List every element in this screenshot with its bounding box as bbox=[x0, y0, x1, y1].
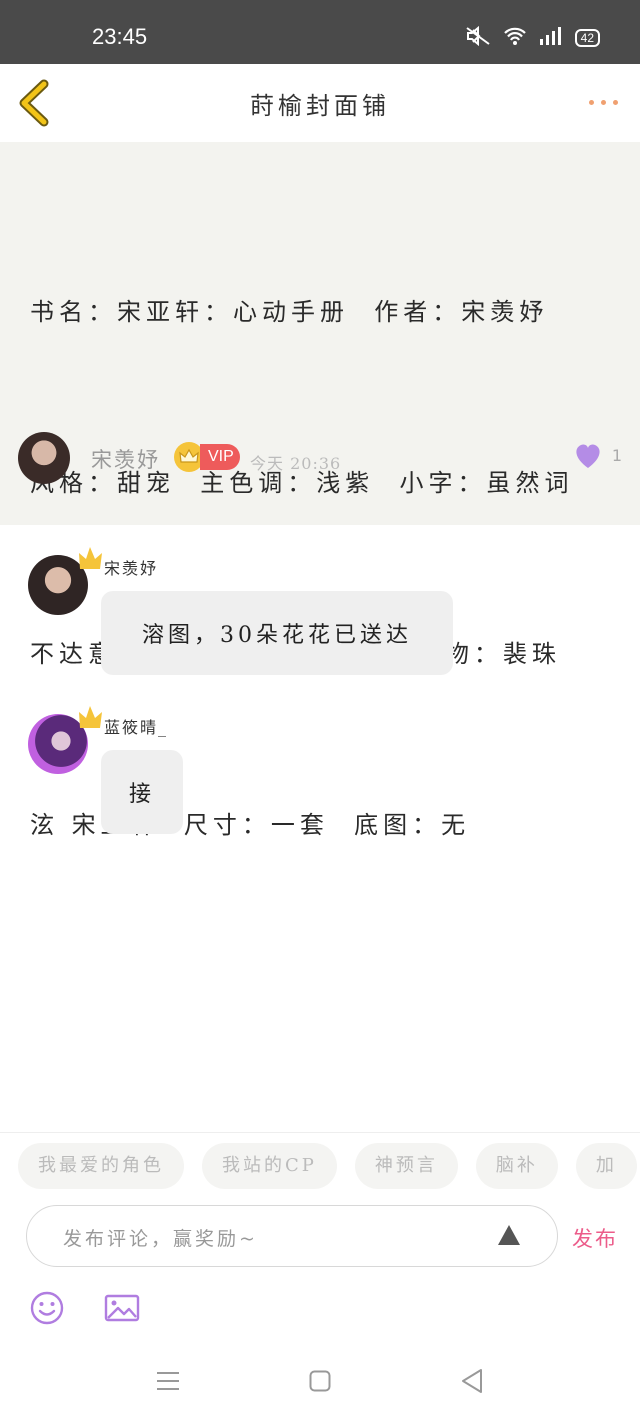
status-time: 23:45 bbox=[92, 24, 148, 49]
tag-chip[interactable]: 加 bbox=[575, 1143, 637, 1189]
comment-bubble: 接 bbox=[101, 750, 183, 834]
mute-icon bbox=[465, 25, 491, 50]
tag-chip[interactable]: 脑补 bbox=[475, 1143, 558, 1189]
signal-icon bbox=[539, 26, 563, 50]
triangle-up-icon[interactable] bbox=[497, 1224, 521, 1250]
system-navigation bbox=[0, 1340, 640, 1422]
emoji-icon[interactable] bbox=[30, 1291, 64, 1329]
vip-badge: VIP bbox=[200, 444, 240, 470]
wifi-icon bbox=[503, 26, 527, 50]
back-icon[interactable] bbox=[460, 1368, 484, 1398]
crown-icon bbox=[78, 704, 104, 728]
navigation-bar: 莳榆封面铺 bbox=[0, 64, 640, 143]
post-line: 书名：宋亚轩：心动手册 作者：宋羡妤 bbox=[30, 298, 549, 326]
comment-placeholder: 发布评论，赢奖励~ bbox=[63, 1228, 258, 1250]
heart-icon[interactable] bbox=[572, 442, 604, 474]
status-bar: 23:45 42 bbox=[0, 0, 640, 64]
status-icons: 42 bbox=[465, 25, 600, 50]
more-dots-icon[interactable] bbox=[589, 100, 618, 105]
comment-bubble: 溶图，30朵花花已送达 bbox=[101, 591, 453, 675]
avatar[interactable] bbox=[18, 432, 70, 484]
image-icon[interactable] bbox=[104, 1293, 140, 1327]
comment-input[interactable]: 发布评论，赢奖励~ bbox=[26, 1205, 558, 1267]
tag-chip[interactable]: 神预言 bbox=[354, 1143, 458, 1189]
comment-author[interactable]: 宋羡妤 bbox=[104, 555, 158, 579]
like-count: 1 bbox=[611, 446, 622, 465]
comment-author[interactable]: 蓝筱晴_ bbox=[104, 714, 168, 738]
post-time: 今天 20:36 bbox=[250, 454, 342, 473]
tag-list: 我最爱的角色 我站的CP 神预言 脑补 加 bbox=[18, 1143, 637, 1189]
page-title: 莳榆封面铺 bbox=[250, 92, 390, 120]
battery-icon: 42 bbox=[574, 29, 600, 47]
menu-icon[interactable] bbox=[156, 1370, 180, 1396]
post-card: 书名：宋亚轩：心动手册 作者：宋羡妤 风格：甜宠 主色调：浅紫 小字：虽然词 不… bbox=[0, 142, 640, 839]
crown-icon bbox=[78, 545, 104, 569]
post-meta: 宋羡妤 VIP 今天 20:36 1 bbox=[18, 430, 622, 486]
publish-button[interactable]: 发布 bbox=[572, 1223, 618, 1253]
tag-chip[interactable]: 我站的CP bbox=[202, 1143, 337, 1189]
post-author[interactable]: 宋羡妤 bbox=[91, 444, 160, 474]
tag-chip[interactable]: 我最爱的角色 bbox=[18, 1143, 184, 1189]
home-icon[interactable] bbox=[309, 1370, 331, 1396]
